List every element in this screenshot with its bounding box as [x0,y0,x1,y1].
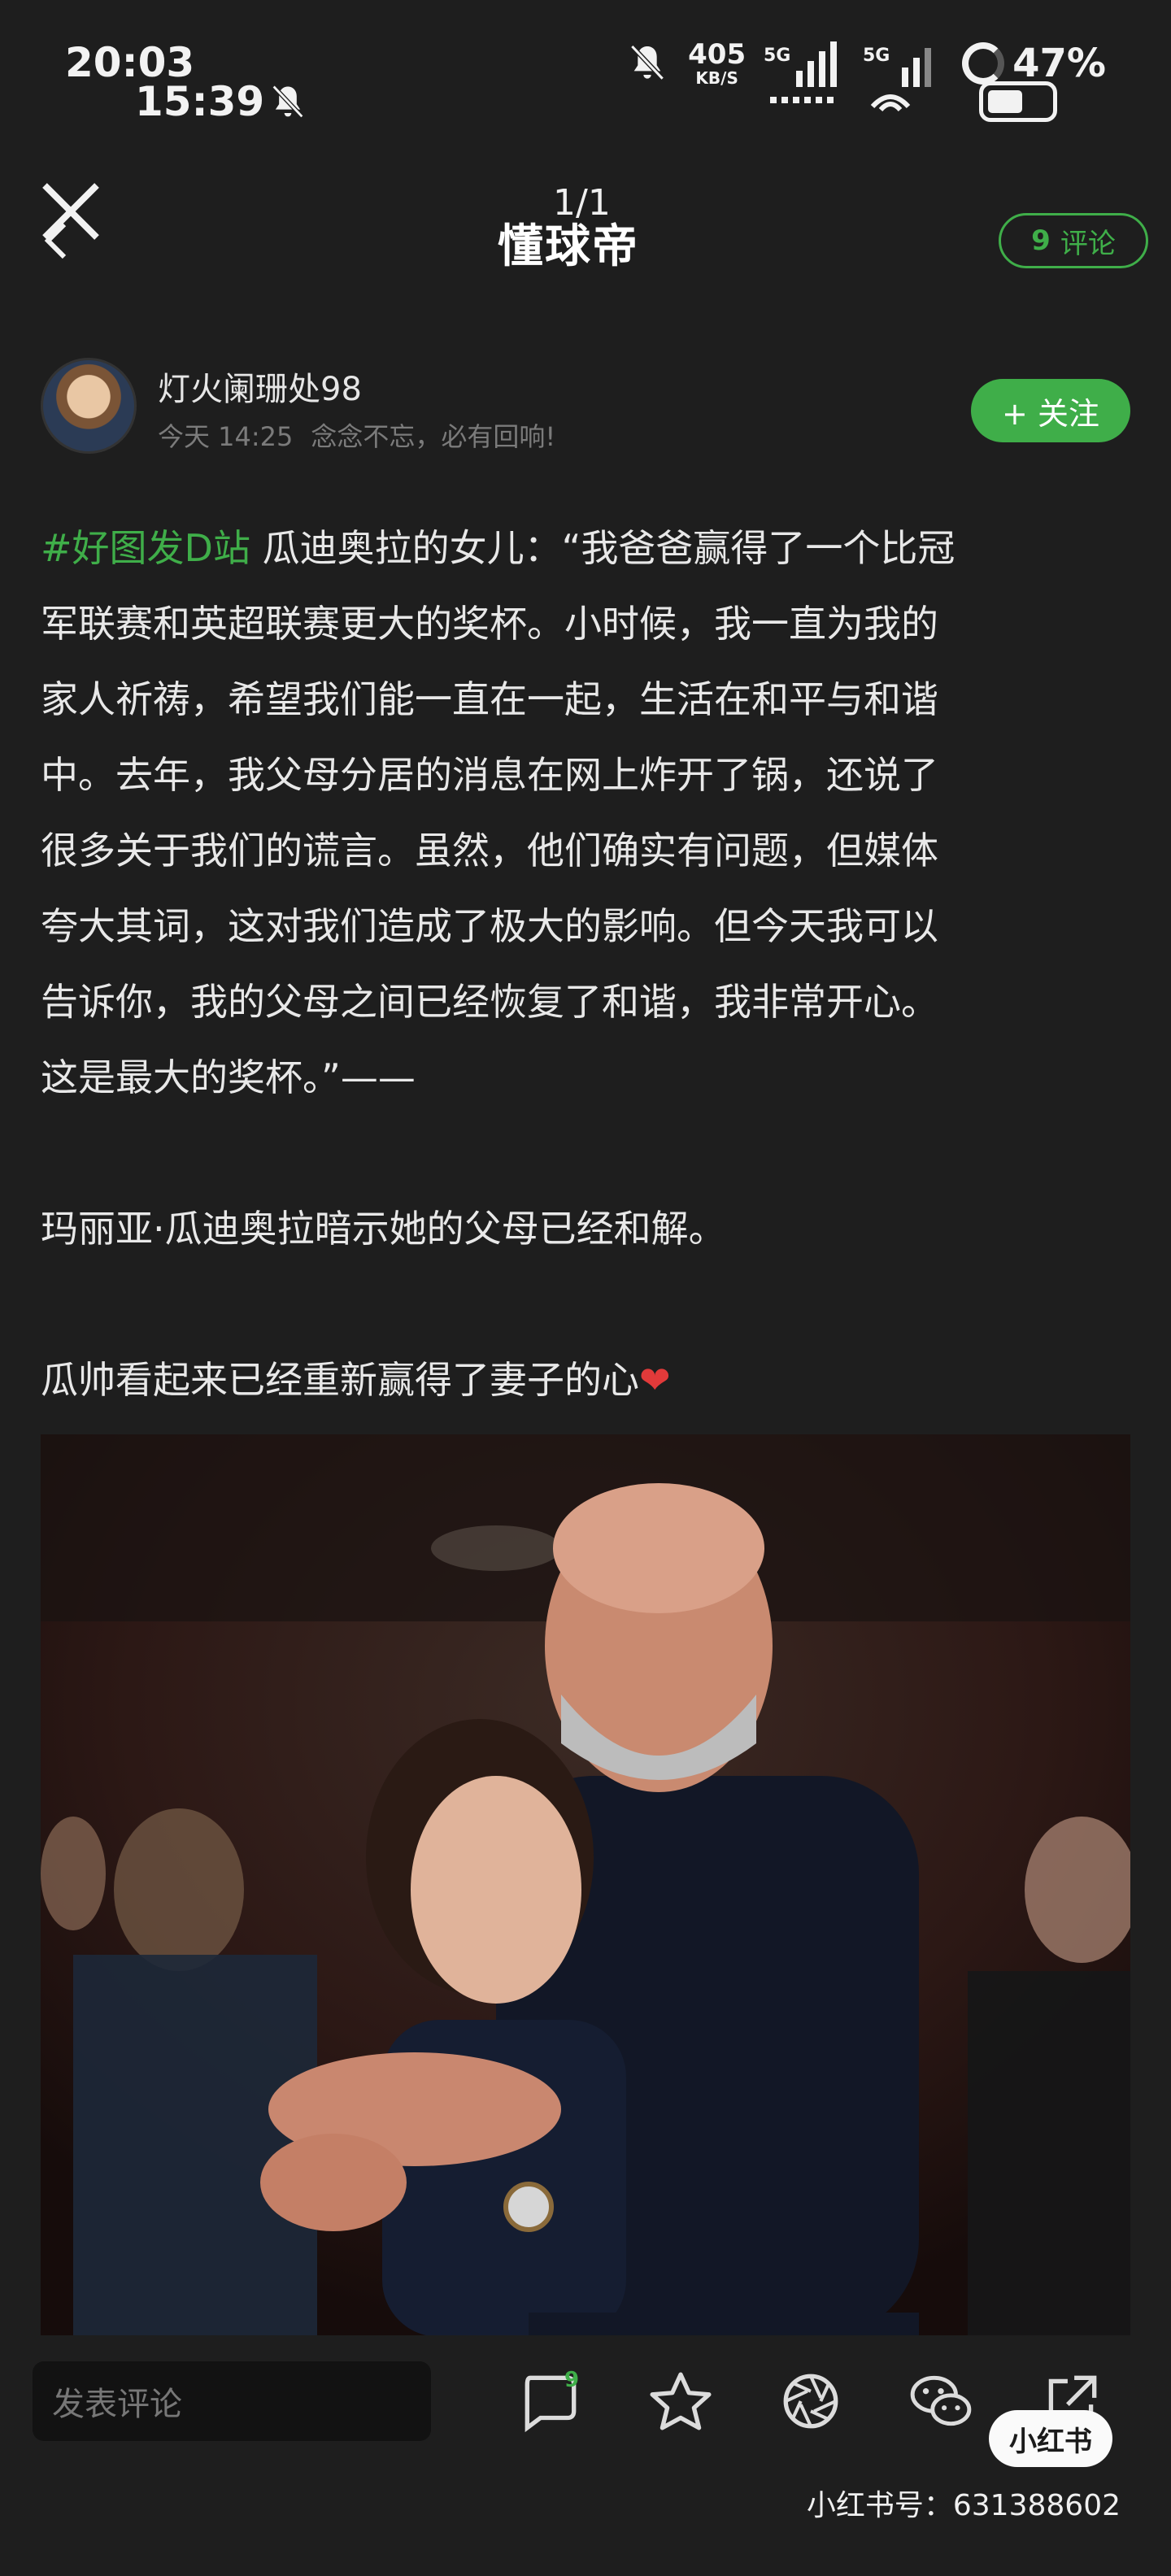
network-speed: 405 KB/S [688,41,746,86]
post-line: #好图发D站 瓜迪奥拉的女儿：“我爸爸赢得了一个比冠 [41,511,1138,586]
star-icon[interactable] [647,2368,714,2435]
battery-icon [979,81,1057,122]
battery-ring-icon [962,42,1005,85]
xiaohongshu-watermark-id: 小红书号：631388602 [806,2489,1121,2522]
status-time-secondary: 15:39 [135,78,265,125]
post-line: 很多关于我们的谎言。虽然，他们确实有问题，但媒体 [41,829,938,872]
author-avatar[interactable] [41,358,137,454]
page: 20:03 15:39 405 KB/S 5G 5G 47% 1/1 懂球帝 9… [0,0,1171,2576]
app-logo: 懂球帝 [498,220,639,273]
signal-2-label: 5G [863,46,890,66]
hashtag-link[interactable]: #好图发D站 [41,526,250,570]
status-bar: 20:03 15:39 405 KB/S 5G 5G 47% [0,0,1171,130]
wechat-icon[interactable] [908,2368,974,2435]
battery-percent: 47% [1012,41,1106,86]
comments-button[interactable]: 9 评论 [999,213,1148,268]
signal-icon-2: 5G [863,46,932,112]
post-line: 家人祈祷，希望我们能一直在一起，生活在和平与和谐 [41,677,938,721]
mute-bell-icon [272,85,304,119]
post-date: 今天 14:25 [158,421,294,452]
post-paragraph-3-text: 瓜帅看起来已经重新赢得了妻子的心 [41,1358,639,1402]
camera-shutter-icon[interactable] [777,2368,844,2435]
author-signature: 念念不忘，必有回响! [311,421,556,452]
close-icon[interactable] [37,179,104,263]
post-line: 这是最大的奖杯。”—— [41,1055,416,1099]
comment-input[interactable]: 发表评论 [33,2361,431,2441]
post-line-text: 瓜迪奥拉的女儿：“我爸爸赢得了一个比冠 [250,526,956,570]
comment-count-badge: 9 [564,2368,580,2392]
signal-icon-1: 5G [764,41,838,103]
post-body: #好图发D站 瓜迪奥拉的女儿：“我爸爸赢得了一个比冠 军联赛和英超联赛更大的奖杯… [41,511,1138,1418]
post-photo[interactable] [41,1434,1130,2335]
network-speed-unit: KB/S [695,68,738,88]
signal-1-label: 5G [764,46,790,66]
post-line: 夸大其词，这对我们造成了极大的影响。但今天我可以 [41,904,938,948]
mute-bell-icon [630,45,664,80]
battery-indicator: 47% [962,41,1106,86]
photo-illustration [41,1434,1130,2335]
post-paragraph-2: 玛丽亚·瓜迪奥拉暗示她的父母已经和解。 [41,1207,726,1251]
xiaohongshu-watermark-logo: 小红书 [989,2410,1112,2467]
post-paragraph-3: 瓜帅看起来已经重新赢得了妻子的心❤ [41,1342,1138,1418]
post-line: 中。去年，我父母分居的消息在网上炸开了锅，还说了 [41,753,938,797]
follow-button[interactable]: + 关注 [971,379,1130,442]
comments-count: 9 [1031,224,1051,257]
network-speed-value: 405 [688,38,747,71]
post-line: 告诉你，我的父母之间已经恢复了和谐，我非常开心。 [41,980,938,1024]
author-meta: 今天 14:25 念念不忘，必有回响! [158,416,555,454]
post-line: 军联赛和英超联赛更大的奖杯。小时候，我一直为我的 [41,602,938,646]
heart-emoji-icon: ❤ [639,1358,671,1402]
comments-label: 评论 [1060,227,1116,260]
author-name[interactable]: 灯火阑珊处98 [158,363,362,410]
